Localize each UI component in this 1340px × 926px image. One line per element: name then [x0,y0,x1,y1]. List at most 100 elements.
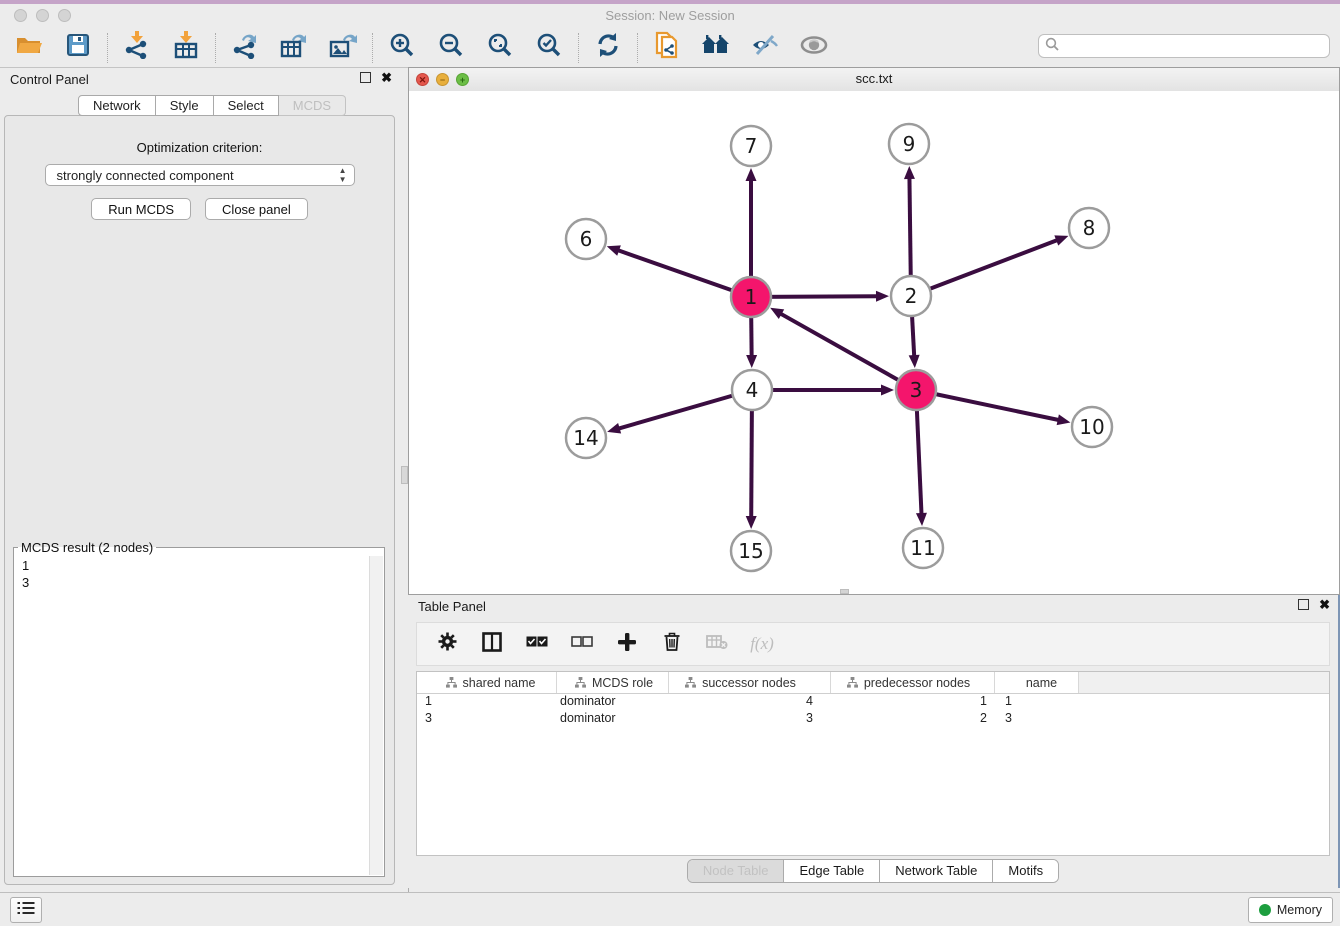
main-toolbar [0,28,1340,68]
deselect-all-button[interactable] [571,633,593,655]
tab-mcds[interactable]: MCDS [279,95,346,116]
zoom-out-button[interactable] [435,32,467,64]
zoom-selected-button[interactable] [533,32,565,64]
tab-style[interactable]: Style [156,95,214,116]
delete-table-icon [706,634,728,655]
cell-successor-nodes[interactable]: 3 [669,711,831,728]
float-panel-icon[interactable] [360,72,371,83]
column-header-predecessor-nodes[interactable]: predecessor nodes [831,672,995,693]
tree-icon [685,677,696,688]
table-settings-button[interactable] [436,633,458,655]
close-table-panel-icon[interactable]: ✖ [1319,599,1330,610]
export-table-button[interactable] [278,32,310,64]
result-scrollbar[interactable] [369,556,383,875]
cell-successor-nodes[interactable]: 4 [669,694,831,711]
tree-icon [446,677,457,688]
export-image-button[interactable] [327,32,359,64]
show-graphics-button[interactable] [798,32,830,64]
delete-table-button[interactable] [706,633,728,655]
export-network-icon [232,31,258,64]
hide-selected-button[interactable] [749,32,781,64]
import-network-button[interactable] [121,32,153,64]
select-all-button[interactable] [526,633,548,655]
cell-name[interactable]: 1 [995,694,1079,711]
status-bar: Memory [0,892,1340,926]
network-close-button[interactable]: ✕ [416,73,429,86]
show-columns-button[interactable] [481,633,503,655]
criterion-select[interactable]: strongly connected component ▲▼ [45,164,355,186]
plus-icon [618,633,636,656]
table-row[interactable]: 1 dominator 4 1 1 [417,694,1329,711]
run-mcds-button[interactable]: Run MCDS [91,198,191,220]
mcds-result-item: 3 [15,574,370,591]
tab-motifs[interactable]: Motifs [992,860,1058,882]
splitter-grip[interactable] [401,466,408,484]
function-builder-button[interactable]: f(x) [751,633,773,655]
graph-edge[interactable] [916,390,1059,420]
graph-node-label: 15 [738,539,763,563]
table-panel-header: Table Panel ✖ [408,595,1338,619]
network-maximize-button[interactable]: + [456,73,469,86]
save-session-button[interactable] [62,32,94,64]
graph-edge-arrow [746,516,757,529]
columns-icon [482,632,502,657]
close-panel-icon[interactable]: ✖ [381,72,392,83]
canvas-scroll-handle[interactable] [840,589,849,594]
graph-node-label: 2 [905,284,918,308]
graph-node-label: 4 [746,378,759,402]
node-table: shared name MCDS role successor nodes pr… [416,671,1330,856]
control-panel-title: Control Panel [10,72,89,87]
graph-edge-arrow [1054,235,1068,245]
column-header-successor-nodes[interactable]: successor nodes [669,672,831,693]
delete-column-button[interactable] [661,633,683,655]
add-column-button[interactable] [616,633,638,655]
graph-node-label: 7 [745,134,758,158]
graph-edge-arrow [1057,414,1071,425]
save-icon [66,33,90,62]
zoom-fit-button[interactable] [484,32,516,64]
tab-network-table[interactable]: Network Table [879,860,992,882]
graph-edge-arrow [746,355,757,368]
home-button[interactable] [700,32,732,64]
table-row[interactable]: 3 dominator 3 2 3 [417,711,1329,728]
export-table-icon [280,31,308,64]
close-panel-button[interactable]: Close panel [205,198,308,220]
graph-edge[interactable] [781,314,916,390]
tab-network[interactable]: Network [78,95,156,116]
graph-edge-arrow [876,291,889,302]
search-box[interactable] [1038,34,1330,58]
tab-node-table[interactable]: Node Table [688,860,784,882]
column-header-name[interactable]: name [995,672,1079,693]
trash-icon [664,632,680,656]
network-minimize-button[interactable]: − [436,73,449,86]
open-session-button[interactable] [13,32,45,64]
export-network-button[interactable] [229,32,261,64]
network-window-titlebar[interactable]: ✕ − + scc.txt [409,68,1339,92]
column-header-mcds-role[interactable]: MCDS role [557,672,669,693]
cell-predecessor-nodes[interactable]: 2 [831,711,995,728]
zoom-in-icon [389,32,415,63]
tab-edge-table[interactable]: Edge Table [783,860,879,882]
search-input[interactable] [1063,36,1329,56]
memory-button[interactable]: Memory [1248,897,1333,923]
clone-network-button[interactable] [651,32,683,64]
cell-mcds-role[interactable]: dominator [557,711,669,728]
cell-mcds-role[interactable]: dominator [557,694,669,711]
tab-select[interactable]: Select [214,95,279,116]
cell-predecessor-nodes[interactable]: 1 [831,694,995,711]
tree-icon [575,677,586,688]
graph-node-label: 9 [903,132,916,156]
search-icon [1045,37,1059,56]
zoom-selected-icon [536,32,562,63]
column-header-shared-name[interactable]: shared name [417,672,557,693]
task-history-button[interactable] [10,897,42,923]
refresh-button[interactable] [592,32,624,64]
zoom-in-button[interactable] [386,32,418,64]
cell-name[interactable]: 3 [995,711,1079,728]
cell-shared-name[interactable]: 3 [417,711,557,728]
cell-shared-name[interactable]: 1 [417,694,557,711]
network-canvas[interactable]: 7968124314101511 [409,91,1339,594]
import-table-button[interactable] [170,32,202,64]
float-table-panel-icon[interactable] [1298,599,1309,610]
graph-edge[interactable] [911,240,1057,296]
